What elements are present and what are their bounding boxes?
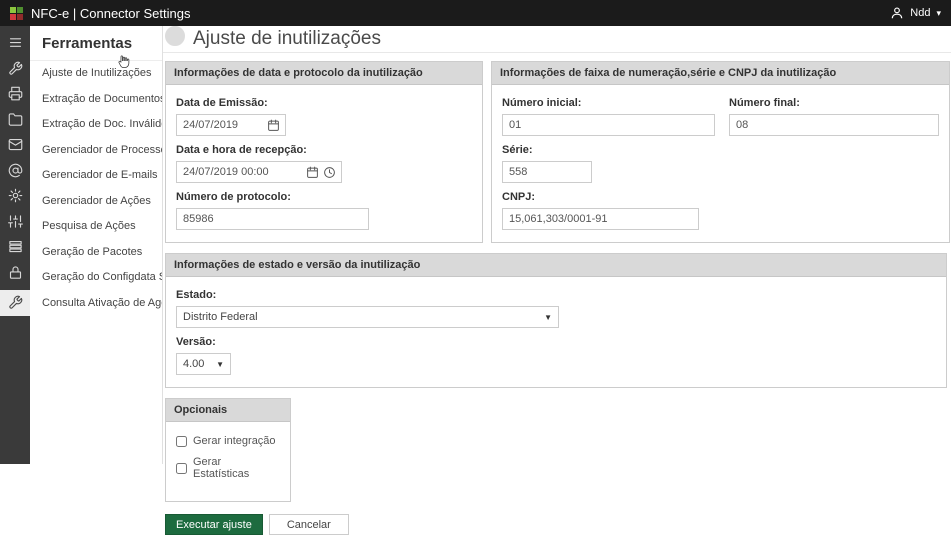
cnpj-input[interactable] [502,208,699,230]
recepcao-input[interactable] [177,162,302,182]
estado-selected-value: Distrito Federal [183,311,258,323]
sidebar-item-gerenciador-de-processos[interactable]: Gerenciador de Processos [30,138,162,164]
user-name: Ndd [910,7,930,19]
sidebar-item-gerenciador-de-emails[interactable]: Gerenciador de E-mails [30,163,162,189]
executar-ajuste-button[interactable]: Executar ajuste [165,514,263,535]
folder-icon[interactable] [0,107,30,133]
calendar-icon[interactable] [267,119,280,132]
gerar-estatisticas-option[interactable]: Gerar Estatísticas [176,456,280,480]
estado-select[interactable]: Distrito Federal ▼ [176,306,559,328]
main-content: Ajuste de inutilizações Informações de d… [163,26,951,464]
app-title: NFC-e | Connector Settings [31,6,190,21]
recepcao-input-group [176,161,342,183]
gear-icon[interactable] [0,183,30,209]
mail-icon[interactable] [0,132,30,158]
clock-icon[interactable] [323,166,336,179]
sidebar-item-ajuste-de-inutilizacoes[interactable]: Ajuste de Inutilizações [30,61,162,87]
sidebar-item-geracao-do-configdata-sat[interactable]: Geração do Configdata SAT [30,265,162,291]
gerar-integracao-label: Gerar integração [193,435,276,447]
calendar-icon[interactable] [306,166,319,179]
gerar-estatisticas-label: Gerar Estatísticas [193,456,280,480]
icon-rail [0,26,30,464]
emissao-input[interactable] [177,115,263,135]
list-icon[interactable] [0,234,30,260]
serie-input[interactable] [502,161,592,183]
wrench-icon-active[interactable] [0,290,30,316]
user-menu[interactable]: Ndd ▾ [890,6,941,20]
gerar-integracao-checkbox[interactable] [176,436,187,447]
gerar-integracao-option[interactable]: Gerar integração [176,435,280,447]
versao-select[interactable]: 4.00 ▼ [176,353,231,375]
sidebar-item-geracao-de-pacotes[interactable]: Geração de Pacotes [30,240,162,266]
serie-label: Série: [502,144,939,156]
sidebar-item-pesquisa-de-acoes[interactable]: Pesquisa de Ações [30,214,162,240]
cnpj-label: CNPJ: [502,191,939,203]
sidebar-item-consulta-ativacao-de-agente[interactable]: Consulta Ativação de Agente [30,291,162,317]
tools-icon[interactable] [0,56,30,82]
sidebar-title: Ferramentas [30,26,162,61]
estado-label: Estado: [176,289,936,301]
select-arrow-icon: ▼ [216,360,224,369]
panel-estado-versao-title: Informações de estado e versão da inutil… [166,254,946,277]
protocolo-label: Número de protocolo: [176,191,472,203]
numero-inicial-label: Número inicial: [502,97,715,109]
topbar: NFC-e | Connector Settings Ndd ▾ [0,0,951,26]
panel-opcionais-title: Opcionais [166,399,290,422]
gerar-estatisticas-checkbox[interactable] [176,463,187,474]
app-logo-icon [10,7,23,20]
panel-date-protocol: Informações de data e protocolo da inuti… [165,61,483,243]
sliders-icon[interactable] [0,209,30,235]
numero-final-label: Número final: [729,97,939,109]
action-buttons: Executar ajuste Cancelar [165,514,947,535]
page-header: Ajuste de inutilizações [163,26,951,53]
versao-label: Versão: [176,336,936,348]
panel-opcionais: Opcionais Gerar integração Gerar Estatís… [165,398,291,502]
numero-final-input[interactable] [729,114,939,136]
decorative-circle [165,26,185,46]
printer-icon[interactable] [0,81,30,107]
select-arrow-icon: ▼ [544,313,552,322]
emissao-input-group [176,114,286,136]
recepcao-label: Data e hora de recepção: [176,144,472,156]
sidebar-item-extracao-de-documentos[interactable]: Extração de Documentos [30,87,162,113]
lock-icon[interactable] [0,260,30,286]
panel-estado-versao: Informações de estado e versão da inutil… [165,253,947,388]
numero-inicial-input[interactable] [502,114,715,136]
cancelar-button[interactable]: Cancelar [269,514,349,535]
menu-icon[interactable] [0,30,30,56]
versao-selected-value: 4.00 [183,358,204,370]
page-title: Ajuste de inutilizações [193,28,381,50]
sidebar: Ferramentas Ajuste de Inutilizações Extr… [30,26,163,464]
panel-date-protocol-title: Informações de data e protocolo da inuti… [166,62,482,85]
emissao-label: Data de Emissão: [176,97,472,109]
chevron-down-icon: ▾ [936,9,941,18]
panel-faixa-cnpj-title: Informações de faixa de numeração,série … [492,62,949,85]
sidebar-item-extracao-de-doc-invalidos[interactable]: Extração de Doc. Inválidos [30,112,162,138]
at-sign-icon[interactable] [0,158,30,184]
sidebar-item-gerenciador-de-acoes[interactable]: Gerenciador de Ações [30,189,162,215]
panel-faixa-cnpj: Informações de faixa de numeração,série … [491,61,950,243]
user-icon [890,6,904,20]
protocolo-input[interactable] [176,208,369,230]
